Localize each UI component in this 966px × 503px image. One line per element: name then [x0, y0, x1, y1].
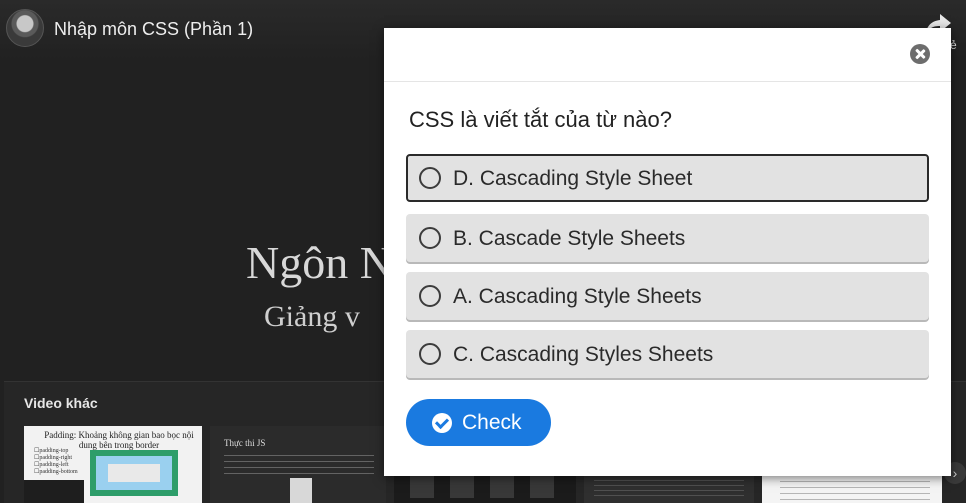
quiz-option-a[interactable]: A. Cascading Style Sheets [406, 272, 929, 320]
video-title[interactable]: Nhập môn CSS (Phần 1) [54, 19, 253, 40]
video-thumbnail[interactable]: Thực thi JS [210, 426, 386, 503]
share-label: ẻ [950, 38, 957, 52]
more-videos-label: Video khác [24, 395, 98, 411]
thumbnail-list-item: ☐padding-right [34, 455, 73, 461]
quiz-option-d[interactable]: D. Cascading Style Sheet [406, 154, 929, 202]
thumbnail-list-item: ☐padding-bottom [34, 469, 78, 475]
thumbnail-list: ☐padding-top ☐padding-right ☐padding-lef… [34, 448, 78, 476]
channel-avatar[interactable] [6, 9, 44, 47]
code-snippet [24, 480, 84, 503]
close-icon[interactable] [910, 44, 930, 64]
quiz-modal: CSS là viết tắt của từ nào? D. Cascading… [384, 28, 951, 476]
option-label: C. Cascading Styles Sheets [453, 343, 714, 366]
radio-circle-icon[interactable] [419, 227, 441, 249]
option-label: D. Cascading Style Sheet [453, 167, 693, 190]
thumbnail-title: Padding: Khoảng không gian bao bọc nội d… [44, 430, 194, 450]
option-label: B. Cascade Style Sheets [453, 227, 686, 250]
check-circle-icon [432, 413, 452, 433]
thumbnail-title: Thực thi JS [224, 438, 266, 448]
check-button[interactable]: Check [406, 399, 551, 446]
quiz-question: CSS là viết tắt của từ nào? [409, 107, 672, 132]
thumbnail-list-item: ☐padding-left [34, 462, 69, 468]
slide-title: Ngôn N [246, 237, 393, 288]
radio-circle-icon[interactable] [419, 167, 441, 189]
video-thumbnail[interactable]: Padding: Khoảng không gian bao bọc nội d… [24, 426, 202, 503]
quiz-option-b[interactable]: B. Cascade Style Sheets [406, 214, 929, 262]
radio-circle-icon[interactable] [419, 343, 441, 365]
thumbnail-window [290, 478, 312, 503]
box-model-graphic [90, 450, 178, 496]
quiz-option-c[interactable]: C. Cascading Styles Sheets [406, 330, 929, 378]
option-label: A. Cascading Style Sheets [453, 285, 702, 308]
radio-circle-icon[interactable] [419, 285, 441, 307]
thumbnail-text-lines [224, 452, 374, 478]
slide-subtitle: Giảng v [264, 300, 360, 333]
check-button-label: Check [462, 411, 522, 434]
thumbnail-list-item: ☐padding-top [34, 448, 69, 454]
modal-header [384, 28, 951, 82]
